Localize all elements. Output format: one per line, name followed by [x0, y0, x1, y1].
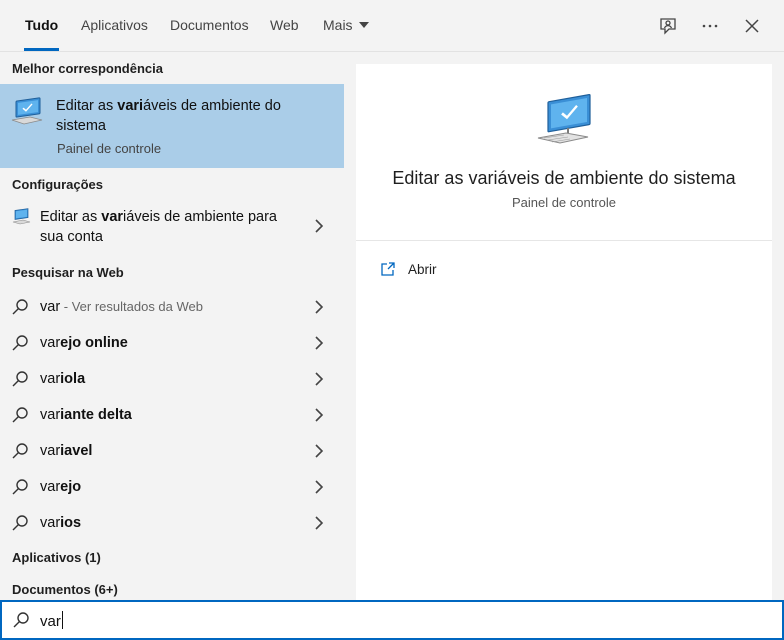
- divider: [356, 240, 772, 241]
- chevron-right-icon[interactable]: [312, 516, 326, 535]
- apps-header[interactable]: Aplicativos (1): [12, 550, 101, 565]
- chevron-right-icon[interactable]: [312, 372, 326, 391]
- label-text: Editar as: [40, 209, 102, 225]
- label-match: var: [101, 209, 124, 225]
- web-search-header: Pesquisar na Web: [12, 265, 124, 280]
- web-search-label: var - Ver resultados da Web: [40, 289, 203, 325]
- typed-text: var: [40, 407, 61, 423]
- search-icon: [11, 334, 29, 357]
- title-text: Editar as: [56, 98, 118, 114]
- completion-text: ejo online: [60, 335, 128, 351]
- title-match: vari: [117, 98, 144, 114]
- text-cursor: [61, 611, 63, 629]
- suggestion-row[interactable]: variavel: [0, 433, 344, 469]
- more-options-icon[interactable]: [696, 12, 724, 40]
- tab-apps[interactable]: Aplicativos: [81, 0, 148, 52]
- search-icon: [11, 478, 29, 501]
- suggestion-label: variola: [40, 361, 85, 397]
- suggestion-row[interactable]: varios: [0, 505, 344, 541]
- search-icon: [11, 370, 29, 393]
- suggestion-row[interactable]: varejo: [0, 469, 344, 505]
- suggestion-label: varejo online: [40, 325, 128, 361]
- computer-icon: [11, 206, 31, 231]
- best-match-header: Melhor correspondência: [12, 61, 163, 76]
- suggestion-row[interactable]: variante delta: [0, 397, 344, 433]
- settings-item[interactable]: Editar as variáveis de ambiente para sua…: [0, 202, 344, 250]
- suggestion-label: varios: [40, 505, 81, 541]
- search-icon: [11, 406, 29, 429]
- open-external-icon: [380, 261, 396, 282]
- completion-text: ios: [60, 515, 82, 531]
- detail-subtitle: Painel de controle: [511, 195, 617, 210]
- detail-title: Editar as variáveis de ambiente do siste…: [392, 168, 736, 188]
- tab-web[interactable]: Web: [270, 0, 299, 52]
- computer-icon: [10, 96, 44, 131]
- typed-text: var: [40, 443, 61, 459]
- search-icon: [11, 514, 29, 537]
- search-icon: [11, 442, 29, 465]
- feedback-icon[interactable]: [654, 12, 682, 40]
- best-match-title: Editar as variáveis de ambiente do siste…: [56, 96, 316, 136]
- completion-text: iola: [60, 371, 86, 387]
- results-list: Melhor correspondência Editar as variáve…: [0, 52, 344, 600]
- typed-text: var: [40, 335, 61, 351]
- computer-icon: [536, 88, 596, 151]
- tab-more[interactable]: Mais: [323, 0, 369, 52]
- typed-text: var: [40, 479, 61, 495]
- suggestion-label: varejo: [40, 469, 81, 505]
- caret-down-icon: [358, 22, 369, 29]
- web-query: var: [40, 299, 61, 315]
- search-value: var: [40, 613, 61, 630]
- suggestion-row[interactable]: variola: [0, 361, 344, 397]
- search-input[interactable]: var: [40, 611, 63, 630]
- completion-text: iavel: [60, 443, 93, 459]
- search-box[interactable]: var: [0, 600, 784, 640]
- completion-text: ejo: [60, 479, 82, 495]
- detail-pane: Editar as variáveis de ambiente do siste…: [356, 64, 772, 600]
- tab-documents[interactable]: Documentos: [170, 0, 249, 52]
- open-label: Abrir: [408, 262, 437, 277]
- chevron-right-icon[interactable]: [312, 336, 326, 355]
- tab-more-label: Mais: [323, 17, 353, 33]
- settings-header: Configurações: [12, 177, 104, 192]
- typed-text: var: [40, 371, 61, 387]
- settings-item-label: Editar as variáveis de ambiente para sua…: [40, 207, 295, 247]
- suggestion-label: variavel: [40, 433, 92, 469]
- suggestion-label: variante delta: [40, 397, 132, 433]
- search-icon: [12, 611, 30, 634]
- tab-all[interactable]: Tudo: [23, 0, 60, 52]
- chevron-right-icon[interactable]: [312, 480, 326, 499]
- close-icon[interactable]: [738, 12, 766, 40]
- search-icon: [11, 298, 29, 321]
- best-match-item[interactable]: Editar as variáveis de ambiente do siste…: [0, 84, 344, 168]
- web-search-row[interactable]: var - Ver resultados da Web: [0, 289, 344, 325]
- completion-text: iante delta: [60, 407, 132, 423]
- web-hint: - Ver resultados da Web: [60, 299, 203, 314]
- chevron-right-icon[interactable]: [312, 408, 326, 427]
- chevron-right-icon[interactable]: [312, 300, 326, 319]
- chevron-right-icon[interactable]: [312, 444, 326, 463]
- suggestion-row[interactable]: varejo online: [0, 325, 344, 361]
- search-filter-bar: Tudo Aplicativos Documentos Web Mais: [0, 0, 784, 52]
- typed-text: var: [40, 515, 61, 531]
- best-match-subtitle: Painel de controle: [57, 141, 162, 156]
- chevron-right-icon[interactable]: [312, 219, 326, 238]
- documents-header[interactable]: Documentos (6+): [12, 582, 118, 597]
